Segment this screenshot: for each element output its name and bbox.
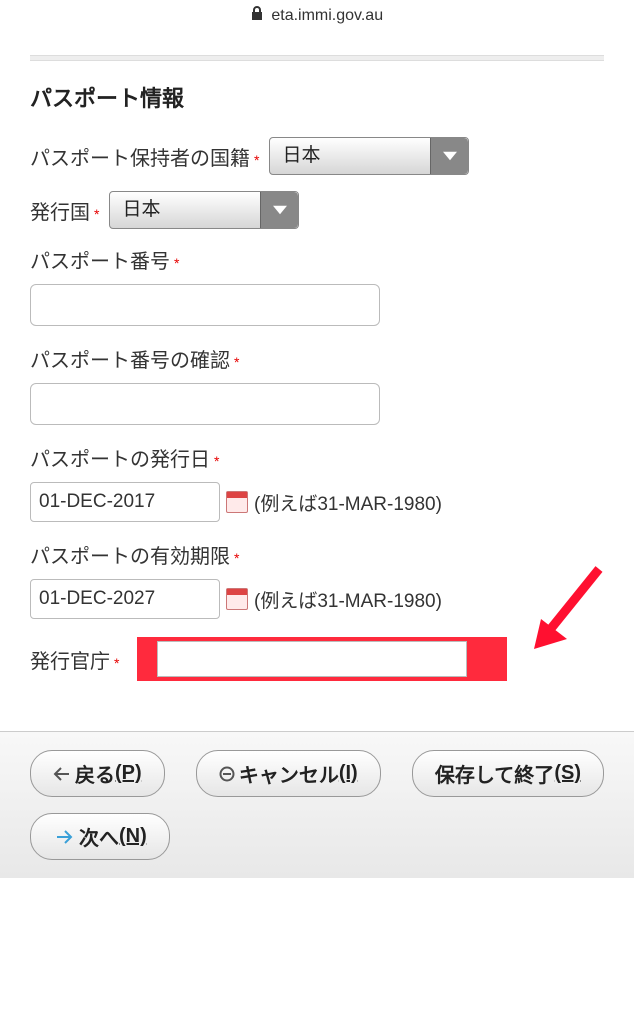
issue-date-input[interactable]: [30, 482, 220, 522]
section-title: パスポート情報: [30, 81, 604, 113]
required-mark: *: [94, 206, 99, 222]
cancel-button[interactable]: キャンセル(I): [196, 750, 381, 797]
issue-date-block: パスポートの発行日* (例えば31-MAR-1980): [30, 443, 604, 522]
cancel-icon: [219, 766, 235, 782]
authority-input[interactable]: [157, 641, 467, 677]
save-exit-button[interactable]: 保存して終了(S): [412, 750, 604, 797]
nationality-label: パスポート保持者の国籍 *: [30, 142, 259, 171]
issuing-country-select[interactable]: 日本: [109, 191, 299, 229]
calendar-icon[interactable]: [226, 588, 248, 610]
required-mark: *: [214, 453, 219, 469]
passport-number-confirm-block: パスポート番号の確認 *: [30, 344, 604, 425]
arrow-right-icon: [55, 829, 73, 845]
arrow-left-icon: [53, 766, 71, 782]
url-text: eta.immi.gov.au: [271, 7, 383, 24]
expiry-date-example: (例えば31-MAR-1980): [254, 586, 442, 613]
authority-row: 発行官庁 *: [30, 637, 604, 681]
nationality-select[interactable]: 日本: [269, 137, 469, 175]
required-mark: *: [234, 550, 239, 566]
expiry-date-label: パスポートの有効期限*: [30, 540, 239, 569]
top-divider: [30, 55, 604, 61]
passport-number-label: パスポート番号 *: [30, 245, 179, 274]
authority-label: 発行官庁 *: [30, 645, 119, 674]
passport-number-confirm-input[interactable]: [30, 383, 380, 425]
expiry-date-input[interactable]: [30, 579, 220, 619]
issuing-country-label: 発行国 *: [30, 196, 99, 225]
required-mark: *: [114, 655, 119, 671]
issue-date-example: (例えば31-MAR-1980): [254, 489, 442, 516]
nationality-row: パスポート保持者の国籍 * 日本: [30, 137, 604, 175]
button-bar: 戻る(P) キャンセル(I) 保存して終了(S) 次へ(N): [0, 731, 634, 878]
passport-number-input[interactable]: [30, 284, 380, 326]
passport-number-block: パスポート番号 *: [30, 245, 604, 326]
chevron-down-icon: [430, 138, 468, 174]
passport-number-confirm-label: パスポート番号の確認 *: [30, 344, 239, 373]
expiry-date-block: パスポートの有効期限* (例えば31-MAR-1980): [30, 540, 604, 619]
required-mark: *: [174, 255, 179, 271]
required-mark: *: [254, 152, 259, 168]
next-button[interactable]: 次へ(N): [30, 813, 170, 860]
authority-highlight: [137, 637, 507, 681]
lock-icon: [251, 6, 263, 23]
calendar-icon[interactable]: [226, 491, 248, 513]
required-mark: *: [234, 354, 239, 370]
issuing-country-row: 発行国 * 日本: [30, 191, 604, 229]
back-button[interactable]: 戻る(P): [30, 750, 165, 797]
url-bar: eta.immi.gov.au: [0, 0, 634, 31]
issue-date-label: パスポートの発行日*: [30, 443, 219, 472]
chevron-down-icon: [260, 192, 298, 228]
